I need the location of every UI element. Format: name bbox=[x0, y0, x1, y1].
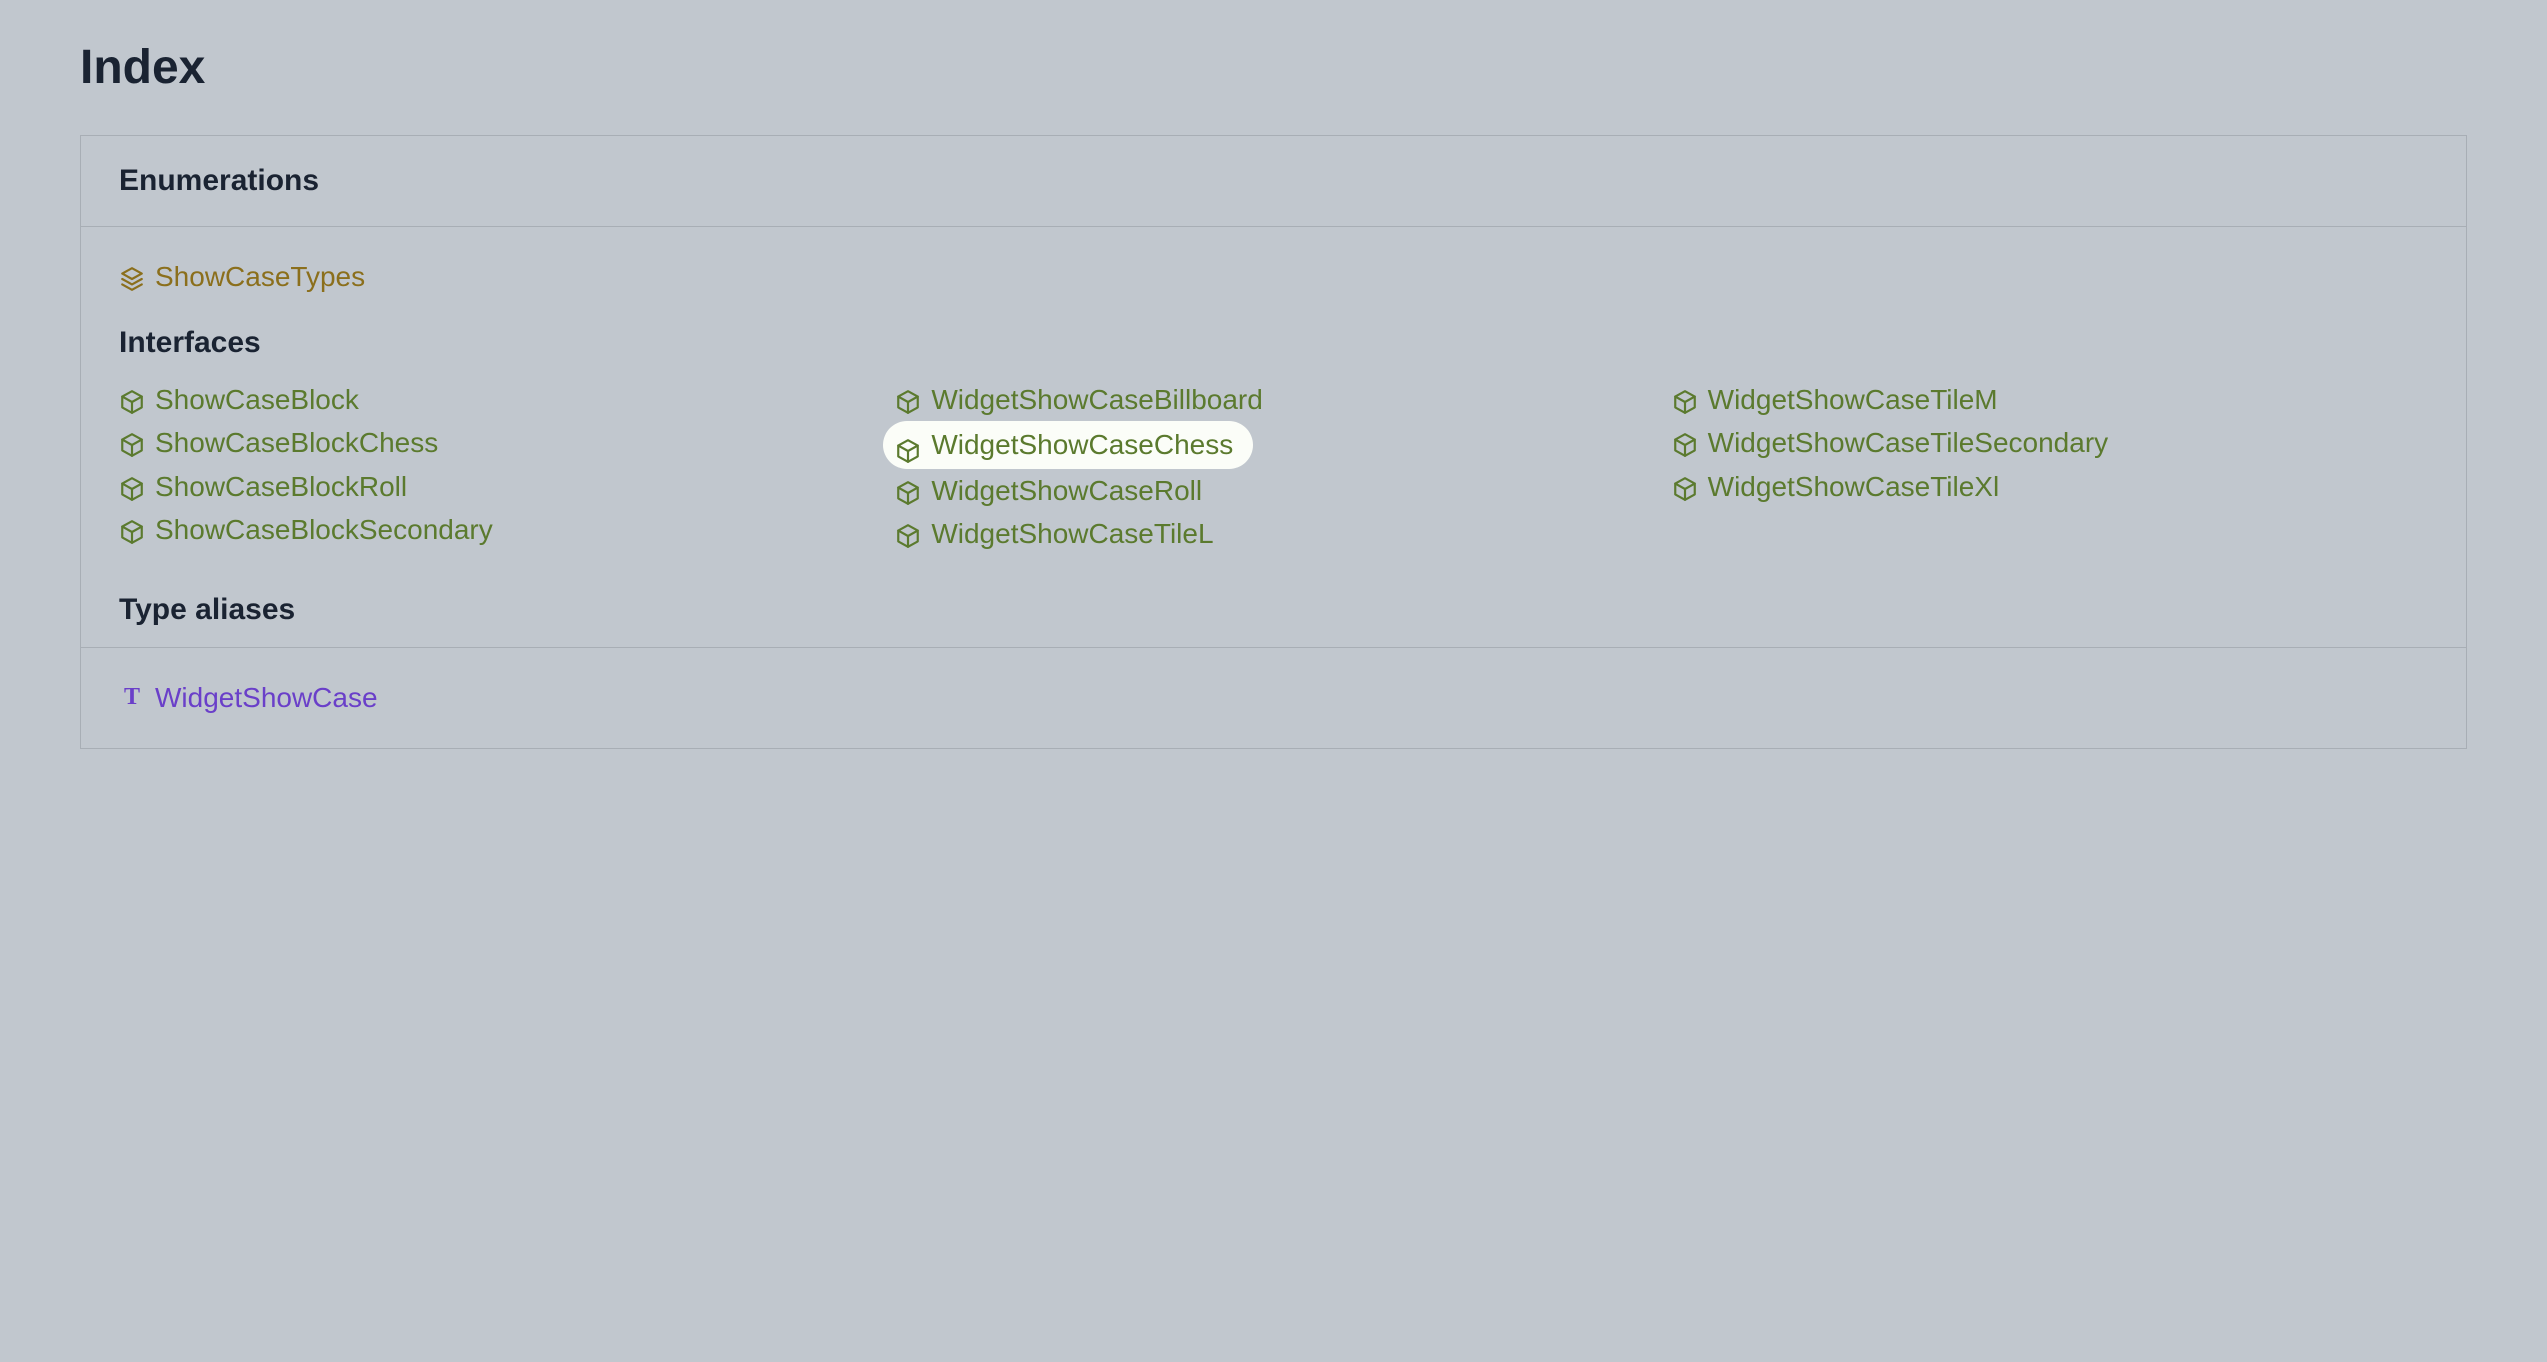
interface-item[interactable]: ShowCaseBlockSecondary bbox=[119, 508, 875, 551]
interface-item-highlighted[interactable]: WidgetShowCaseChess bbox=[883, 421, 1253, 468]
interface-label: ShowCaseBlockSecondary bbox=[155, 510, 493, 549]
interfaces-col-1: WidgetShowCaseBillboard WidgetShowCaseCh… bbox=[895, 378, 1651, 555]
enum-item[interactable]: ShowCaseTypes bbox=[119, 255, 2428, 298]
interface-item[interactable]: WidgetShowCaseTileSecondary bbox=[1672, 421, 2428, 464]
cube-icon bbox=[895, 435, 921, 461]
section-header-enumerations: Enumerations bbox=[81, 136, 2466, 227]
interface-item[interactable]: WidgetShowCaseTileL bbox=[895, 512, 1651, 555]
interfaces-col-0: ShowCaseBlock ShowCaseBlockChess ShowCas… bbox=[119, 378, 875, 555]
heading-interfaces: Interfaces bbox=[119, 326, 2428, 360]
cube-icon bbox=[119, 429, 145, 455]
heading-enumerations: Enumerations bbox=[119, 164, 2428, 198]
interface-item[interactable]: WidgetShowCaseTileM bbox=[1672, 378, 2428, 421]
interface-label: WidgetShowCaseChess bbox=[931, 425, 1233, 464]
interface-label: WidgetShowCaseTileXl bbox=[1708, 467, 2000, 506]
type-icon: T bbox=[119, 684, 145, 710]
cube-icon bbox=[1672, 473, 1698, 499]
cube-icon bbox=[895, 520, 921, 546]
interface-label: WidgetShowCaseTileM bbox=[1708, 380, 1998, 419]
section-body-aliases: T WidgetShowCase bbox=[81, 647, 2466, 747]
index-panel: Enumerations ShowCaseTypes Interfaces Sh bbox=[80, 135, 2467, 749]
type-alias-item[interactable]: T WidgetShowCase bbox=[119, 676, 2428, 719]
interface-item[interactable]: ShowCaseBlock bbox=[119, 378, 875, 421]
interfaces-grid: ShowCaseBlock ShowCaseBlockChess ShowCas… bbox=[119, 378, 2428, 555]
cube-icon bbox=[895, 477, 921, 503]
interface-item[interactable]: WidgetShowCaseBillboard bbox=[895, 378, 1651, 421]
interface-item[interactable]: ShowCaseBlockChess bbox=[119, 421, 875, 464]
cube-icon bbox=[1672, 429, 1698, 455]
cube-icon bbox=[119, 473, 145, 499]
interface-label: WidgetShowCaseBillboard bbox=[931, 380, 1263, 419]
section-body-upper: ShowCaseTypes Interfaces ShowCaseBlock S… bbox=[81, 227, 2466, 647]
enum-icon bbox=[119, 263, 145, 289]
cube-icon bbox=[119, 516, 145, 542]
interface-label: WidgetShowCaseTileSecondary bbox=[1708, 423, 2109, 462]
interface-label: ShowCaseBlockChess bbox=[155, 423, 438, 462]
type-alias-label: WidgetShowCase bbox=[155, 678, 378, 717]
interface-label: WidgetShowCaseRoll bbox=[931, 471, 1202, 510]
page-title: Index bbox=[80, 40, 2467, 95]
interfaces-col-2: WidgetShowCaseTileM WidgetShowCaseTileSe… bbox=[1672, 378, 2428, 555]
interface-label: ShowCaseBlockRoll bbox=[155, 467, 407, 506]
cube-icon bbox=[1672, 386, 1698, 412]
interface-label: WidgetShowCaseTileL bbox=[931, 514, 1213, 553]
cube-icon bbox=[119, 386, 145, 412]
cube-icon bbox=[895, 386, 921, 412]
heading-type-aliases: Type aliases bbox=[119, 593, 2428, 627]
interface-item[interactable]: WidgetShowCaseRoll bbox=[895, 469, 1651, 512]
interface-item[interactable]: WidgetShowCaseTileXl bbox=[1672, 465, 2428, 508]
interface-label: ShowCaseBlock bbox=[155, 380, 359, 419]
enum-label: ShowCaseTypes bbox=[155, 257, 365, 296]
interface-item[interactable]: ShowCaseBlockRoll bbox=[119, 465, 875, 508]
